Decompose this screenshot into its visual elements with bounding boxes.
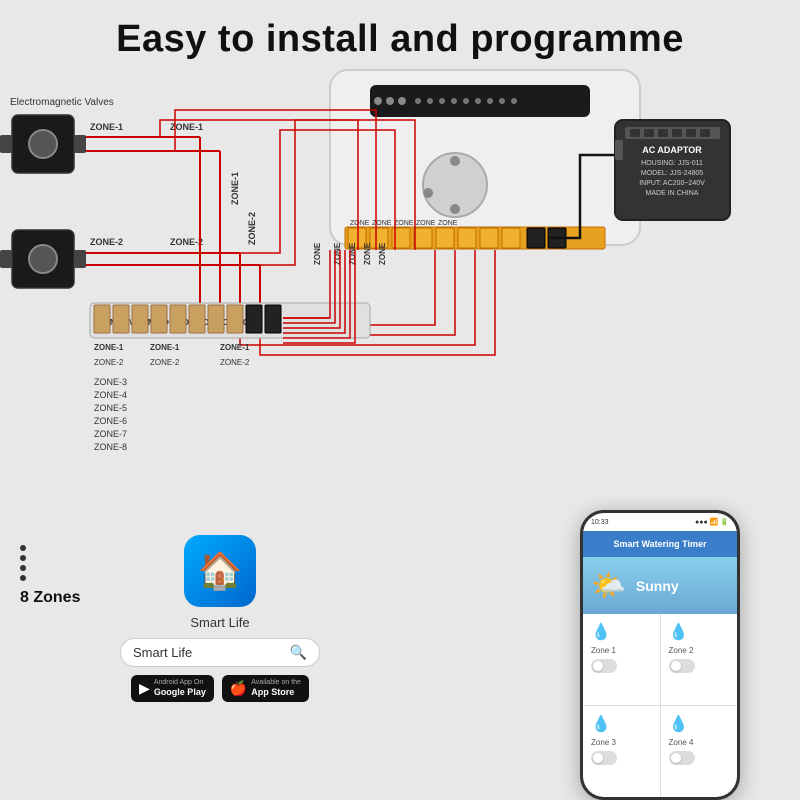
smart-life-icon: 🏠 bbox=[184, 535, 256, 607]
phone-time: 10:33 bbox=[591, 519, 609, 526]
svg-text:ZONE-2: ZONE-2 bbox=[247, 212, 257, 245]
phone-weather: 🌤️ Sunny bbox=[583, 557, 737, 614]
svg-text:ZONE-2: ZONE-2 bbox=[170, 237, 203, 247]
wiring-diagram: ZONE ZONE ZONE ZONE ZONE Electromagnetic… bbox=[0, 65, 800, 505]
svg-text:MODEL: JJS-24805: MODEL: JJS-24805 bbox=[641, 170, 703, 177]
svg-text:ZONE-5: ZONE-5 bbox=[94, 403, 127, 413]
zone-2-label: Zone 2 bbox=[669, 646, 730, 655]
svg-text:ZONE: ZONE bbox=[372, 220, 392, 227]
zone-4-label: Zone 4 bbox=[669, 738, 730, 747]
house-icon: 🏠 bbox=[198, 550, 243, 592]
app-section: 🏠 Smart Life Smart Life 🔍 ▶ Android App … bbox=[120, 515, 320, 702]
zone-4-icon: 💧 bbox=[669, 714, 730, 734]
app-name-label: Smart Life bbox=[190, 615, 249, 630]
svg-text:HOUSING: JJS-011: HOUSING: JJS-011 bbox=[641, 160, 703, 167]
bottom-section: 8 Zones 🏠 Smart Life Smart Life 🔍 ▶ Andr… bbox=[0, 505, 800, 800]
zone-2-icon: 💧 bbox=[669, 622, 730, 642]
search-bar-text: Smart Life bbox=[133, 645, 282, 660]
google-play-icon: ▶ bbox=[139, 680, 150, 697]
svg-text:ZONE: ZONE bbox=[438, 220, 458, 227]
svg-text:ZONE-2: ZONE-2 bbox=[150, 358, 180, 367]
svg-text:ZONE: ZONE bbox=[378, 242, 387, 265]
svg-text:Electromagnetic Valves: Electromagnetic Valves bbox=[10, 97, 114, 108]
zone-1-toggle[interactable] bbox=[591, 659, 617, 673]
zone-1-icon: 💧 bbox=[591, 622, 652, 642]
zone-4-toggle[interactable] bbox=[669, 751, 695, 765]
svg-text:ZONE-1: ZONE-1 bbox=[220, 343, 250, 352]
zones-info: 8 Zones bbox=[20, 515, 100, 607]
svg-text:ZONE: ZONE bbox=[313, 242, 322, 265]
diagram-area: ZONE ZONE ZONE ZONE ZONE Electromagnetic… bbox=[0, 65, 800, 505]
dots-column bbox=[20, 545, 26, 581]
phone-zone-4-card: 💧 Zone 4 bbox=[661, 706, 738, 797]
svg-text:ZONE-1: ZONE-1 bbox=[90, 122, 123, 132]
weather-icon: 🌤️ bbox=[591, 569, 626, 602]
weather-label: Sunny bbox=[636, 578, 679, 594]
svg-text:ZONE-2: ZONE-2 bbox=[90, 237, 123, 247]
app-store-badge[interactable]: 🍎 Available on the App Store bbox=[222, 675, 309, 702]
svg-text:AC ADAPTOR: AC ADAPTOR bbox=[642, 145, 702, 155]
zone-3-label: Zone 3 bbox=[591, 738, 652, 747]
app-search-bar: Smart Life 🔍 bbox=[120, 638, 320, 667]
svg-text:ZONE: ZONE bbox=[394, 220, 414, 227]
svg-text:ZONE-4: ZONE-4 bbox=[94, 390, 127, 400]
svg-text:ZONE-6: ZONE-6 bbox=[94, 416, 127, 426]
svg-text:ZONE: ZONE bbox=[416, 220, 436, 227]
dot-2 bbox=[20, 555, 26, 561]
app-store-text: Available on the App Store bbox=[251, 679, 301, 698]
svg-text:ZONE-7: ZONE-7 bbox=[94, 429, 127, 439]
svg-text:ZONE-2: ZONE-2 bbox=[94, 358, 124, 367]
dot-3 bbox=[20, 565, 26, 571]
page-title: Easy to install and programme bbox=[0, 0, 800, 61]
phone-zone-3-card: 💧 Zone 3 bbox=[583, 706, 660, 797]
svg-text:ZONE-1: ZONE-1 bbox=[150, 343, 180, 352]
google-play-text: Android App On Google Play bbox=[154, 679, 206, 698]
phone-app-title: Smart Watering Timer bbox=[583, 531, 737, 557]
store-badges: ▶ Android App On Google Play 🍎 Available… bbox=[131, 675, 309, 702]
svg-text:INPUT: AC200~240V: INPUT: AC200~240V bbox=[639, 180, 705, 187]
zone-1-label: Zone 1 bbox=[591, 646, 652, 655]
google-play-badge[interactable]: ▶ Android App On Google Play bbox=[131, 675, 214, 702]
phone-zones-grid: 💧 Zone 1 💧 Zone 2 💧 Zone 3 💧 Zone 4 bbox=[583, 614, 737, 797]
svg-text:ZONE-8: ZONE-8 bbox=[94, 442, 127, 452]
svg-text:MADE IN CHINA: MADE IN CHINA bbox=[646, 190, 699, 197]
phone-zone-1-card: 💧 Zone 1 bbox=[583, 614, 660, 705]
dot-4 bbox=[20, 575, 26, 581]
phone-screen: 10:33 ●●● 📶 🔋 Smart Watering Timer 🌤️ Su… bbox=[583, 513, 737, 797]
dot-1 bbox=[20, 545, 26, 551]
phone-signal: ●●● 📶 🔋 bbox=[695, 518, 729, 526]
phone-mockup: 10:33 ●●● 📶 🔋 Smart Watering Timer 🌤️ Su… bbox=[580, 510, 740, 800]
phone-zone-2-card: 💧 Zone 2 bbox=[661, 614, 738, 705]
zone-3-icon: 💧 bbox=[591, 714, 652, 734]
svg-text:ZONE: ZONE bbox=[363, 242, 372, 265]
svg-text:ZONE-3: ZONE-3 bbox=[94, 377, 127, 387]
phone-status-bar: 10:33 ●●● 📶 🔋 bbox=[583, 513, 737, 531]
apple-icon: 🍎 bbox=[230, 680, 247, 697]
zones-count-label: 8 Zones bbox=[20, 589, 80, 607]
svg-text:ZONE-2: ZONE-2 bbox=[220, 358, 250, 367]
svg-text:ZONE-1: ZONE-1 bbox=[94, 343, 124, 352]
search-icon: 🔍 bbox=[290, 644, 307, 661]
svg-text:ZONE-1: ZONE-1 bbox=[230, 172, 240, 205]
svg-text:ZONE: ZONE bbox=[350, 220, 370, 227]
zone-2-toggle[interactable] bbox=[669, 659, 695, 673]
zone-3-toggle[interactable] bbox=[591, 751, 617, 765]
